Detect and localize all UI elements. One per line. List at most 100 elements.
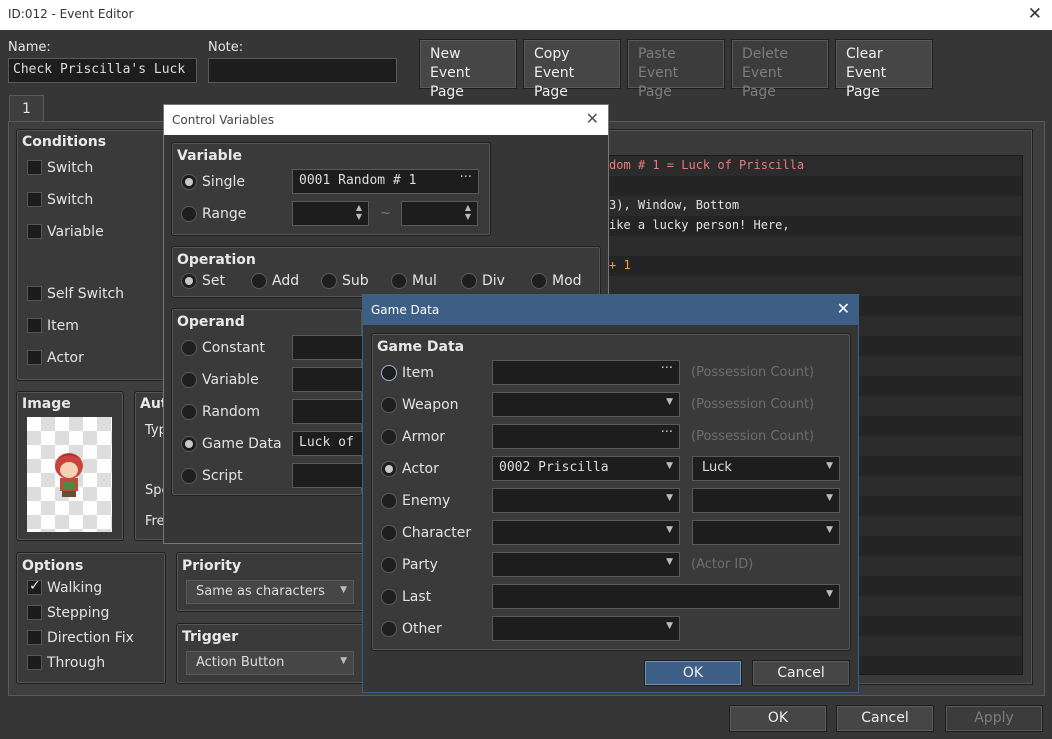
game-data-field[interactable]: Luck of P xyxy=(292,431,363,456)
command-text: dom # 1 = Luck of Priscilla xyxy=(609,158,805,172)
gd-weapon-select[interactable]: ▼ xyxy=(492,392,680,417)
gd-character-param-select[interactable]: ▼ xyxy=(692,520,840,545)
radio-label: Range xyxy=(202,206,247,222)
gd-enemy-select[interactable]: ▼ xyxy=(492,488,680,513)
radio-label: Party xyxy=(402,557,438,573)
command-line[interactable]: 3), Window, Bottom xyxy=(609,198,739,212)
gd-armor-field[interactable]: ··· xyxy=(492,424,680,449)
radio-label: Variable xyxy=(202,372,259,388)
trigger-select[interactable]: Action Button ▼ xyxy=(186,651,354,675)
through-checkbox[interactable] xyxy=(27,655,42,670)
button-line: New xyxy=(430,46,461,62)
apply-button[interactable]: Apply xyxy=(945,705,1043,732)
priority-select[interactable]: Same as characters ▼ xyxy=(186,580,354,604)
chevron-down-icon: ▼ xyxy=(666,621,673,631)
character-sprite xyxy=(53,453,85,497)
button-line: Copy xyxy=(534,46,570,62)
range-end-spinner[interactable]: ▲ ▼ xyxy=(401,201,478,226)
gd-party-radio[interactable] xyxy=(381,557,397,573)
button-line: Clear xyxy=(846,46,883,62)
gd-character-select[interactable]: ▼ xyxy=(492,520,680,545)
name-field[interactable]: Check Priscilla's Luck xyxy=(8,58,197,83)
paste-event-page-button[interactable]: Paste Event Page xyxy=(627,39,725,100)
gd-armor-radio[interactable] xyxy=(381,429,397,445)
condition-switch1-checkbox[interactable] xyxy=(27,160,42,175)
ellipsis-icon: ··· xyxy=(660,425,673,440)
condition-actor-checkbox[interactable] xyxy=(27,350,42,365)
op-add-radio[interactable] xyxy=(251,273,267,289)
operand-script-radio[interactable] xyxy=(181,468,197,484)
close-icon[interactable]: ✕ xyxy=(586,109,599,128)
op-div-radio[interactable] xyxy=(461,273,477,289)
gd-item-field[interactable]: ··· xyxy=(492,360,680,385)
variable-field[interactable] xyxy=(292,367,363,392)
command-line[interactable]: ike a lucky person! Here, xyxy=(609,218,790,232)
op-mod-radio[interactable] xyxy=(531,273,547,289)
operand-variable-radio[interactable] xyxy=(181,372,197,388)
script-field[interactable] xyxy=(292,463,363,488)
single-variable-field[interactable]: 0001 Random # 1 ··· xyxy=(292,169,479,194)
gd-party-select[interactable]: ▼ xyxy=(492,552,680,577)
close-icon[interactable]: ✕ xyxy=(837,299,850,318)
gd-actor-param-select[interactable]: Luck ▼ xyxy=(692,456,840,481)
operand-constant-radio[interactable] xyxy=(181,340,197,356)
gd-item-radio[interactable] xyxy=(381,365,397,381)
range-start-spinner[interactable]: ▲ ▼ xyxy=(292,201,369,226)
close-icon[interactable]: ✕ xyxy=(1028,4,1042,24)
constant-field[interactable] xyxy=(292,335,363,360)
gd-character-radio[interactable] xyxy=(381,525,397,541)
op-mul-radio[interactable] xyxy=(391,273,407,289)
gd-actor-radio[interactable] xyxy=(381,461,397,477)
operand-game-data-radio[interactable] xyxy=(181,436,197,452)
variable-title: Variable xyxy=(177,148,242,164)
gd-other-select[interactable]: ▼ xyxy=(492,616,680,641)
check-icon: ✓ xyxy=(29,578,41,594)
note-field[interactable] xyxy=(208,58,397,83)
condition-item-checkbox[interactable] xyxy=(27,318,42,333)
event-image-preview[interactable] xyxy=(27,417,112,532)
gd-last-select[interactable]: ▼ xyxy=(492,584,840,609)
direction-fix-checkbox[interactable] xyxy=(27,630,42,645)
command-line[interactable]: dom # 1 = Luck of Priscilla xyxy=(609,158,804,172)
operand-random-radio[interactable] xyxy=(181,404,197,420)
game-data-cancel-button[interactable]: Cancel xyxy=(752,660,850,686)
command-line[interactable]: + 1 xyxy=(609,258,631,272)
clear-event-page-button[interactable]: Clear Event Page xyxy=(835,39,933,100)
range-radio[interactable] xyxy=(181,206,197,222)
new-event-page-button[interactable]: New Event Page xyxy=(419,39,517,100)
single-radio[interactable] xyxy=(181,174,197,190)
image-title: Image xyxy=(22,396,71,412)
delete-event-page-button[interactable]: Delete Event Page xyxy=(731,39,829,100)
radio-label: Game Data xyxy=(202,436,282,452)
game-data-ok-button[interactable]: OK xyxy=(644,660,742,686)
radio-label: Armor xyxy=(402,429,446,445)
condition-label: Switch xyxy=(47,160,94,176)
condition-label: Switch xyxy=(47,192,94,208)
random-field[interactable] xyxy=(292,399,363,424)
condition-label: Item xyxy=(47,318,79,334)
condition-switch2-checkbox[interactable] xyxy=(27,192,42,207)
condition-label: Variable xyxy=(47,224,104,240)
copy-event-page-button[interactable]: Copy Event Page xyxy=(523,39,621,100)
op-set-radio[interactable] xyxy=(181,273,197,289)
stepping-checkbox[interactable] xyxy=(27,605,42,620)
gd-last-radio[interactable] xyxy=(381,589,397,605)
chevron-down-icon: ▼ xyxy=(826,461,833,471)
condition-self-switch-checkbox[interactable] xyxy=(27,286,42,301)
window-title: ID:012 - Event Editor xyxy=(8,7,134,21)
ok-button[interactable]: OK xyxy=(729,705,827,732)
cancel-button[interactable]: Cancel xyxy=(836,705,934,732)
walking-checkbox[interactable]: ✓ xyxy=(27,578,42,595)
gd-enemy-param-select[interactable]: ▼ xyxy=(692,488,840,513)
gd-enemy-radio[interactable] xyxy=(381,493,397,509)
gd-actor-select[interactable]: 0002 Priscilla ▼ xyxy=(492,456,680,481)
option-label: Direction Fix xyxy=(47,630,134,646)
op-sub-radio[interactable] xyxy=(321,273,337,289)
tab-page-1[interactable]: 1 xyxy=(9,95,44,122)
condition-variable-checkbox[interactable] xyxy=(27,224,42,239)
radio-label: Last xyxy=(402,589,432,605)
radio-label: Mod xyxy=(552,273,582,289)
gd-weapon-radio[interactable] xyxy=(381,397,397,413)
gd-other-radio[interactable] xyxy=(381,621,397,637)
spinner-icon: ▲ ▼ xyxy=(355,203,362,221)
